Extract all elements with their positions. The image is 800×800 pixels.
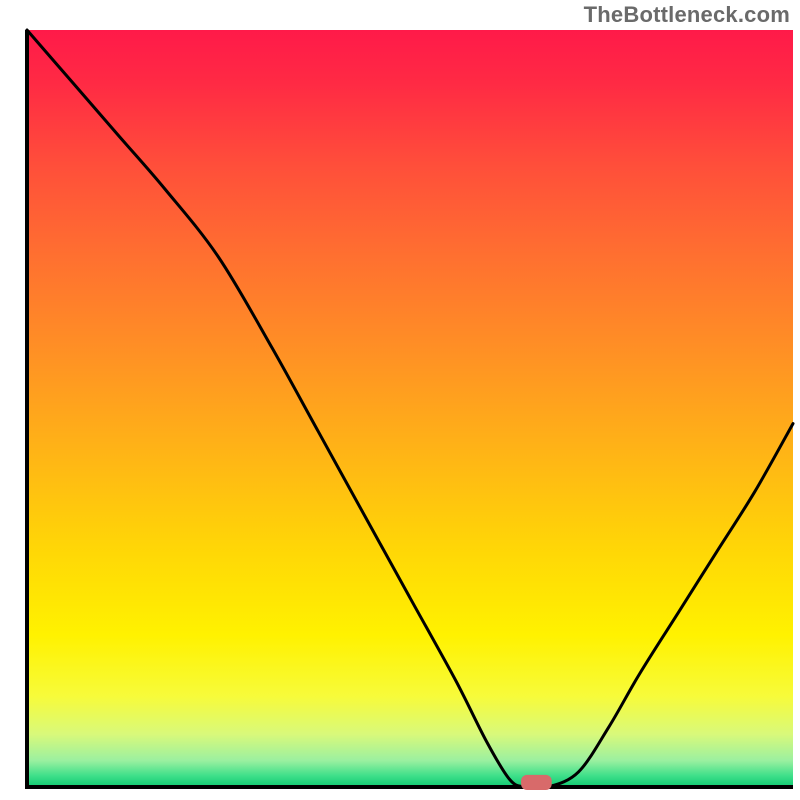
optimum-marker bbox=[521, 775, 552, 790]
bottleneck-chart bbox=[0, 0, 800, 800]
chart-container: TheBottleneck.com bbox=[0, 0, 800, 800]
plot-background bbox=[27, 30, 793, 787]
watermark-label: TheBottleneck.com bbox=[584, 2, 790, 28]
